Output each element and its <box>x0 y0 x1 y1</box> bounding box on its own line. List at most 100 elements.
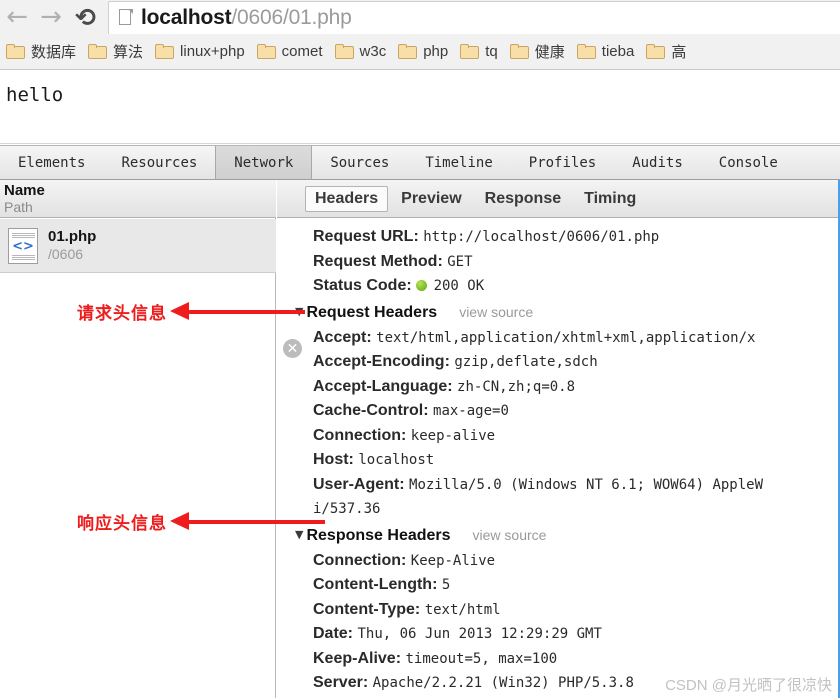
view-source-link[interactable]: view source <box>473 527 547 543</box>
close-icon[interactable]: ✕ <box>283 339 302 358</box>
bookmark-label: 算法 <box>113 44 144 61</box>
folder-icon <box>460 44 480 59</box>
header-line: Accept: text/html,application/xhtml+xml,… <box>293 326 838 351</box>
summary-value: http://localhost/0606/01.php <box>423 229 660 245</box>
header-key: Connection: <box>313 426 407 444</box>
header-line: Date: Thu, 06 Jun 2013 12:29:29 GMT <box>293 622 838 647</box>
folder-icon <box>88 44 108 59</box>
view-source-link[interactable]: view source <box>459 304 533 320</box>
bookmark-item[interactable]: 数据库 <box>0 37 82 67</box>
folder-icon <box>6 44 25 59</box>
page-body-text: hello <box>6 84 64 106</box>
header-key: Content-Type: <box>313 600 421 618</box>
folder-icon <box>646 44 666 59</box>
tab-headers[interactable]: Headers <box>305 185 389 212</box>
header-key: Host: <box>313 451 354 468</box>
tab-audits[interactable]: Audits <box>614 146 701 179</box>
header-key: Accept-Encoding: <box>313 353 450 370</box>
tab-resources[interactable]: Resources <box>103 146 215 179</box>
header-line-wrap: i/537.36 <box>293 497 838 522</box>
bookmark-item[interactable]: 高 <box>640 37 692 67</box>
bookmark-label: linux+php <box>180 43 245 60</box>
bookmark-item[interactable]: tieba <box>571 37 641 67</box>
status-badge: 200 OK <box>433 278 485 294</box>
url-host: localhost <box>141 5 232 29</box>
back-button[interactable]: ← <box>0 2 34 32</box>
column-header-name: Name <box>4 182 45 199</box>
page-viewport: hello <box>0 70 840 144</box>
bookmark-item[interactable]: 算法 <box>82 37 149 67</box>
forward-button[interactable]: → <box>34 2 68 32</box>
tab-preview[interactable]: Preview <box>391 186 471 212</box>
table-row[interactable]: <> 01.php /0606 <box>0 219 276 273</box>
summary-line: Request Method: GET <box>293 250 838 275</box>
column-header-path: Path <box>4 199 33 215</box>
network-column-header[interactable]: Name Path <box>0 180 276 218</box>
bookmarks-bar: 数据库 算法 linux+php comet w3c php tq 健康 tie… <box>0 34 840 69</box>
header-key: Accept-Language: <box>313 377 453 395</box>
tab-network[interactable]: Network <box>215 146 313 179</box>
tab-timing[interactable]: Timing <box>574 186 646 212</box>
bookmark-item[interactable]: linux+php <box>149 37 251 67</box>
header-value: 5 <box>441 577 451 593</box>
header-value: timeout=5, max=100 <box>405 650 558 667</box>
response-headers-section-title[interactable]: ▼ Response Headers view source <box>293 522 838 549</box>
reload-button[interactable]: ⟳ <box>68 2 102 32</box>
summary-key: Request Method: <box>313 252 443 270</box>
annotation-response-headers: 响应头信息 <box>77 509 325 534</box>
bookmark-item[interactable]: w3c <box>329 37 393 67</box>
bookmark-label: 健康 <box>534 44 565 61</box>
folder-icon <box>256 44 276 59</box>
bookmark-item[interactable]: php <box>392 37 454 67</box>
header-key: User-Agent: <box>313 475 405 493</box>
header-value: text/html <box>424 601 501 618</box>
watermark: CSDN @月光晒了很凉快 <box>665 677 832 694</box>
bookmark-item[interactable]: tq <box>454 37 504 67</box>
header-line: Accept-Language: zh-CN,zh;q=0.8 <box>293 375 838 400</box>
url-path: /0606/01.php <box>231 5 352 29</box>
request-file-name: 01.php <box>48 228 97 245</box>
tab-sources[interactable]: Sources <box>312 146 407 179</box>
header-value: Thu, 06 Jun 2013 12:29:29 GMT <box>357 626 602 642</box>
header-value: text/html,application/xhtml+xml,applicat… <box>376 329 756 346</box>
folder-icon <box>509 44 529 59</box>
header-value: localhost <box>358 452 435 468</box>
bookmark-item[interactable]: comet <box>251 37 329 67</box>
tab-profiles[interactable]: Profiles <box>511 146 614 179</box>
browser-chrome: ← → ⟳ localhost/0606/01.php 数据库 算法 linux… <box>0 0 840 70</box>
url-text: localhost/0606/01.php <box>141 6 352 30</box>
arrow-right-icon: → <box>40 2 62 32</box>
arrow-left-annotation-icon <box>170 302 305 320</box>
tab-response[interactable]: Response <box>475 186 571 212</box>
header-line: User-Agent: Mozilla/5.0 (Windows NT 6.1;… <box>293 473 838 498</box>
tab-elements[interactable]: Elements <box>0 146 103 179</box>
detail-tabbar: Headers Preview Response Timing <box>277 180 838 218</box>
bookmark-item[interactable]: 健康 <box>504 37 571 67</box>
reload-icon: ⟳ <box>74 2 96 32</box>
header-key: Keep-Alive: <box>313 649 402 667</box>
address-bar[interactable]: localhost/0606/01.php <box>108 0 840 34</box>
tab-timeline[interactable]: Timeline <box>407 146 510 179</box>
bookmark-label: w3c <box>359 43 387 60</box>
bookmark-label: comet <box>281 43 323 60</box>
header-value: Mozilla/5.0 (Windows NT 6.1; WOW64) Appl… <box>409 476 764 493</box>
header-line: Host: localhost <box>293 448 838 473</box>
request-file-path: /0606 <box>48 246 84 262</box>
header-value: Apache/2.2.21 (Win32) PHP/5.3.8 <box>372 675 634 691</box>
header-key: Date: <box>313 625 354 642</box>
header-line: Content-Length: 5 <box>293 573 838 598</box>
tab-console[interactable]: Console <box>701 146 796 179</box>
header-line: Cache-Control: max-age=0 <box>293 399 838 424</box>
bookmark-label: 数据库 <box>31 44 77 61</box>
bookmark-label: 高 <box>671 44 687 61</box>
page-document-icon <box>119 8 133 27</box>
status-key: Status Code: <box>313 277 412 294</box>
request-headers-section-title[interactable]: ▼Request Headersview source <box>293 299 838 326</box>
header-line: Content-Type: text/html <box>293 598 838 623</box>
network-detail-pane: Headers Preview Response Timing Request … <box>277 180 840 698</box>
annotation-request-label: 请求头信息 <box>77 304 167 324</box>
header-value: max-age=0 <box>433 403 509 419</box>
header-line: Keep-Alive: timeout=5, max=100 <box>293 647 838 672</box>
bookmark-label: tq <box>485 43 498 60</box>
devtools-tabbar: Elements Resources Network Sources Timel… <box>0 146 840 180</box>
